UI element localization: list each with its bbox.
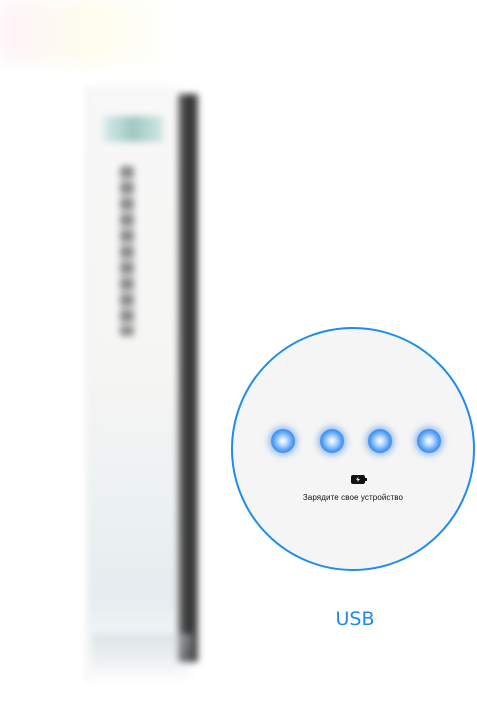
battery-charging-icon — [351, 475, 367, 484]
background-smudge — [0, 0, 180, 64]
usb-device-image — [86, 86, 198, 686]
charge-message: Зарядите свое устройство — [302, 493, 404, 502]
device-body — [86, 86, 181, 682]
product-stage: Зарядите свое устройство USB — [0, 0, 477, 709]
device-label — [120, 166, 134, 336]
indicator-light-icon — [416, 429, 441, 453]
indicator-light-icon — [368, 429, 393, 453]
usb-status-circle: Зарядите свое устройство — [231, 327, 475, 571]
device-screen — [103, 116, 163, 142]
bolt-icon — [356, 477, 360, 482]
indicator-row — [271, 429, 441, 453]
device-base — [92, 634, 192, 684]
indicator-light-icon — [319, 429, 344, 453]
device-side-edge — [178, 94, 198, 662]
usb-caption: USB — [335, 608, 375, 630]
indicator-light-icon — [271, 429, 295, 453]
